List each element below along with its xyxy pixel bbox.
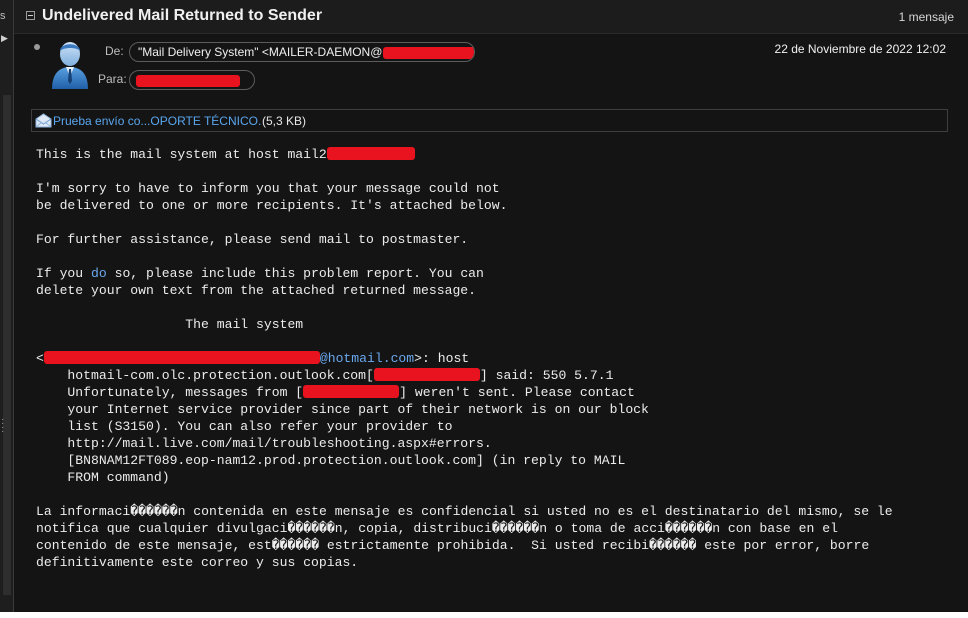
attachment-size: (5,3 KB) [262,114,307,128]
body-text: ] said: 550 5.7.1 [479,368,614,383]
body-line: contenido de este mensaje, est������ est… [36,538,870,553]
body-line: FROM command) [36,470,170,485]
from-address: "Mail Delivery System" <MAILER-DAEMON@ [138,45,383,59]
thread-title-bar: Undelivered Mail Returned to Sender 1 me… [14,0,968,34]
attachment-bar: Prueba envío co...OPORTE TÉCNICO. (5,3 K… [31,109,948,132]
message-count: 1 mensaje [898,10,954,24]
body-line: be delivered to one or more recipients. … [36,198,508,213]
body-text: If you [36,266,92,281]
body-line: Unfortunately, messages from [ ] weren't … [36,384,966,401]
from-label: De: [105,44,124,58]
redaction-mark [136,74,240,87]
splitter-handle-icon[interactable]: · · · · [1,415,4,437]
body-text: so, please include this problem report. … [106,266,484,281]
unread-indicator-icon[interactable] [34,44,40,50]
body-line: I'm sorry to have to inform you that you… [36,181,500,196]
body-text: >: host [414,351,470,366]
body-line: definitivamente este correo y sus copias… [36,555,359,570]
body-line: hotmail-com.olc.protection.outlook.com[]… [36,367,966,384]
avatar-icon [52,42,88,89]
left-pane-scrollbar[interactable] [3,95,11,595]
to-address-chip[interactable] [129,70,255,90]
collapse-icon[interactable] [26,11,35,20]
redaction-mark [373,368,480,381]
body-text: This is the mail system at host mail2 [36,147,327,162]
from-address-chip[interactable]: "Mail Delivery System" <MAILER-DAEMON@ [129,42,475,62]
expand-caret-icon[interactable]: ▶ [1,33,8,44]
body-line: http://mail.live.com/mail/troubleshootin… [36,436,492,451]
body-line: [BN8NAM12FT089.eop-nam12.prod.protection… [36,453,626,468]
recipient-email-link[interactable]: @hotmail.com [320,351,414,366]
body-text: ] weren't sent. Please contact [399,385,635,400]
body-line: For further assistance, please send mail… [36,232,469,247]
message-date: 22 de Noviembre de 2022 12:02 [774,42,946,56]
redaction-mark [383,46,474,59]
body-text: Unfortunately, messages from [ [36,385,304,400]
attachment-envelope-icon [35,113,52,128]
body-line: This is the mail system at host mail2 [36,146,966,163]
body-line: The mail system [36,317,304,332]
message-header: De: "Mail Delivery System" <MAILER-DAEMO… [14,34,968,106]
redaction-mark [326,147,415,160]
message-body: This is the mail system at host mail2 I'm… [36,146,966,571]
attachment-link[interactable]: Prueba envío co...OPORTE TÉCNICO. [53,114,261,128]
body-line: La informaci������n contenida en este me… [36,504,893,519]
redaction-mark [303,385,400,398]
to-label: Para: [98,72,127,86]
left-pane-text: s [0,10,6,22]
message-view: Undelivered Mail Returned to Sender 1 me… [14,0,968,612]
left-pane-edge: s ▶ · · · · [0,0,14,612]
redaction-mark [43,351,320,364]
body-line: your Internet service provider since par… [36,402,649,417]
body-text: hotmail-com.olc.protection.outlook.com[ [36,368,374,383]
body-line: If you do so, please include this proble… [36,265,966,282]
body-line: list (S3150). You can also refer your pr… [36,419,453,434]
body-text: < [36,351,44,366]
body-line: delete your own text from the attached r… [36,283,477,298]
do-link[interactable]: do [91,266,107,281]
body-line: notifica que cualquier divulgaci������n,… [36,521,838,536]
message-subject: Undelivered Mail Returned to Sender [42,7,323,24]
body-line: < @hotmail.com>: host [36,350,966,367]
